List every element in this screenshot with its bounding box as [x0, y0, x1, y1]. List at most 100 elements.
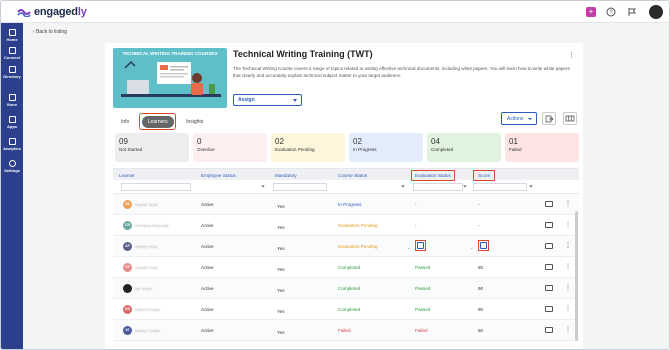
- analytics-icon: [8, 138, 16, 145]
- view-icon[interactable]: [545, 222, 553, 228]
- add-icon[interactable]: +: [586, 7, 596, 17]
- tab-insights[interactable]: Insights: [180, 116, 209, 128]
- stat-card[interactable]: 04 Completed: [427, 133, 501, 162]
- tab-learners[interactable]: Learners: [141, 115, 174, 128]
- filter-icon[interactable]: ⏷: [463, 184, 467, 190]
- sidebar-item-directory[interactable]: Directory: [1, 66, 23, 79]
- actions-dropdown[interactable]: Actions: [501, 112, 537, 125]
- stat-value: 02: [275, 137, 284, 146]
- assign-dropdown[interactable]: Assign: [233, 94, 302, 106]
- evaluation-status: Failed: [415, 328, 428, 333]
- back-link[interactable]: ‹ Back to listing: [33, 29, 67, 35]
- stat-value: 01: [509, 137, 518, 146]
- learner-name[interactable]: Ian Snow: [135, 286, 152, 291]
- employee-status: Active: [201, 202, 214, 207]
- table-row[interactable]: AT Ashley Tucker Active Yes Failed Faile…: [113, 320, 579, 341]
- learner-filter-input[interactable]: [121, 183, 191, 191]
- view-icon[interactable]: [545, 306, 553, 312]
- sidebar-item-label: Apps: [7, 124, 17, 129]
- row-menu-icon[interactable]: ⋮: [565, 284, 571, 291]
- sidebar-item-label: Directory: [3, 74, 21, 79]
- stat-card[interactable]: 09 Not Started: [115, 133, 189, 162]
- filter-icon[interactable]: ⏷: [261, 184, 265, 190]
- sidebar-item-apps[interactable]: Apps: [1, 116, 23, 129]
- learner-name[interactable]: Christina Reynolds: [135, 223, 169, 228]
- table-row[interactable]: AP Ashley Perry Active Yes Evaluation Pe…: [113, 236, 579, 257]
- edit-score-button[interactable]: [478, 240, 489, 251]
- logo-icon: [17, 9, 31, 17]
- sidebar-item-home[interactable]: Home: [1, 29, 23, 42]
- cart-icon: [8, 94, 16, 101]
- mandatory-filter-input[interactable]: [273, 183, 327, 191]
- column-header-course-status[interactable]: Course Status: [338, 173, 367, 178]
- score-filter-input[interactable]: [473, 183, 527, 191]
- learner-name[interactable]: Ashley Tucker: [135, 328, 160, 333]
- sidebar-item-settings[interactable]: Settings: [1, 160, 23, 173]
- export-button[interactable]: [542, 112, 556, 125]
- view-icon[interactable]: [545, 201, 553, 207]
- row-menu-icon[interactable]: ⋮: [565, 200, 571, 207]
- stat-card[interactable]: 02 Evaluation Pending: [271, 133, 345, 162]
- filter-icon[interactable]: ⏷: [529, 184, 533, 190]
- table-row[interactable]: SS Sophie Scott Active Yes In Progress -…: [113, 194, 579, 215]
- user-avatar[interactable]: [649, 5, 663, 19]
- column-header-evaluation-status[interactable]: Evaluation Status: [415, 173, 451, 178]
- score-value: 50: [478, 328, 484, 333]
- tab-info[interactable]: Info: [115, 116, 135, 128]
- filter-row: ⏷ ⏷ ⏷ ⏷: [113, 180, 579, 194]
- assign-label: Assign: [238, 97, 255, 103]
- evaluation-status: -: [415, 202, 417, 207]
- course-title: Technical Writing Training (TWT): [233, 49, 373, 59]
- view-icon[interactable]: [545, 327, 553, 333]
- edit-icon: [480, 242, 487, 249]
- edit-icon: [417, 242, 424, 249]
- stat-card[interactable]: 01 Failed: [505, 133, 579, 162]
- more-options-icon[interactable]: ⋮: [568, 51, 575, 59]
- directory-icon: [8, 66, 16, 73]
- view-icon[interactable]: [545, 264, 553, 270]
- view-icon[interactable]: [545, 243, 553, 249]
- table-row[interactable]: CP Charlie Potts Active Yes Completed Pa…: [113, 257, 579, 278]
- avatar: GD: [123, 305, 132, 314]
- sidebar-item-connect[interactable]: Connect: [1, 47, 23, 60]
- flag-icon[interactable]: [627, 7, 637, 17]
- row-menu-icon[interactable]: ⋮: [565, 326, 571, 333]
- evaluate-button[interactable]: [415, 240, 426, 251]
- row-menu-icon[interactable]: ⋮: [565, 263, 571, 270]
- employee-status: Active: [201, 223, 214, 228]
- help-icon[interactable]: ?: [606, 7, 616, 17]
- learner-name[interactable]: Sophie Scott: [135, 202, 158, 207]
- avatar: AP: [123, 242, 132, 251]
- stat-label: Evaluation Pending: [275, 147, 315, 152]
- score-value: 90: [478, 307, 484, 312]
- learner-name[interactable]: Charlie Potts: [135, 265, 158, 270]
- score-value: -: [478, 223, 480, 228]
- row-menu-icon[interactable]: ⋮: [565, 242, 571, 249]
- evaluation-status: -: [408, 246, 410, 251]
- table-row[interactable]: CR Christina Reynolds Active Yes Evaluat…: [113, 215, 579, 236]
- sidebar-item-store[interactable]: Store: [1, 94, 23, 107]
- column-header-score[interactable]: Score: [478, 173, 490, 178]
- mandatory-value: Yes: [277, 204, 285, 209]
- evaluation-status: Passed: [415, 307, 431, 312]
- stats-row: 09 Not Started 0 Overdue 02 Evaluation Pend…: [115, 133, 579, 162]
- table-scrollbar[interactable]: [575, 211, 578, 341]
- table-row[interactable]: Ian Snow Active Yes Completed Passed 90 …: [113, 278, 579, 299]
- learner-name[interactable]: Ashley Perry: [135, 244, 158, 249]
- filter-icon[interactable]: ⏷: [401, 184, 405, 190]
- stat-card[interactable]: 0 Overdue: [193, 133, 267, 162]
- app-logo[interactable]: engagedly: [17, 6, 87, 18]
- column-header-learner[interactable]: Learner: [119, 173, 135, 178]
- view-icon[interactable]: [545, 285, 553, 291]
- evaluation-filter-input[interactable]: [413, 183, 463, 191]
- evaluation-status: -: [415, 223, 417, 228]
- row-menu-icon[interactable]: ⋮: [565, 305, 571, 312]
- table-row[interactable]: GD Gilbert Dudley Active Yes Completed P…: [113, 299, 579, 320]
- columns-button[interactable]: [563, 112, 577, 125]
- row-menu-icon[interactable]: ⋮: [565, 221, 571, 228]
- learner-name[interactable]: Gilbert Dudley: [135, 307, 160, 312]
- sidebar-item-analytics[interactable]: Analytics: [1, 138, 23, 151]
- column-header-employee-status[interactable]: Employee Status: [201, 173, 236, 178]
- stat-card[interactable]: 02 In Progress: [349, 133, 423, 162]
- column-header-mandatory[interactable]: Mandatory: [275, 173, 297, 178]
